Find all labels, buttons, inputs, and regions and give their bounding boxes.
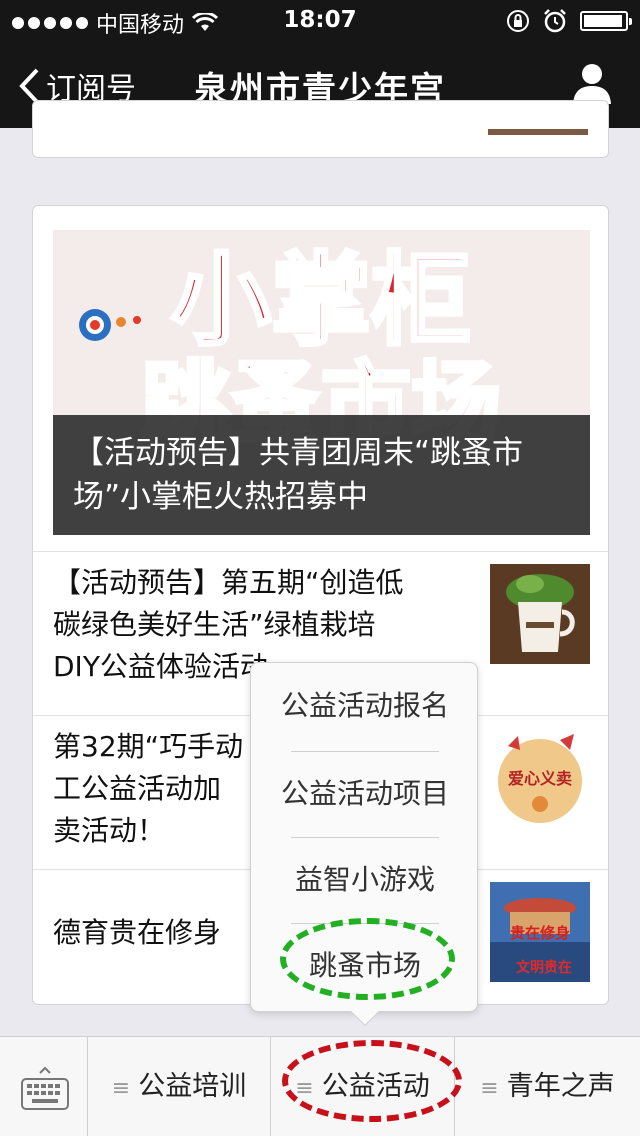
highlight-ring-green [280, 918, 455, 1000]
battery-icon [580, 11, 632, 31]
alarm-icon [544, 9, 566, 33]
submenu-item-projects[interactable]: 公益活动项目 [251, 751, 479, 837]
highlight-ring-red [282, 1040, 462, 1122]
banner-lettering: 小掌柜 [171, 242, 471, 359]
featured-article-caption: 【活动预告】共青团周末“跳蚤市场”小掌柜火热招募中 [53, 415, 590, 535]
tab-label: 青年之声 [506, 1071, 615, 1102]
tab-training[interactable]: ≡ 公益培训 [88, 1037, 271, 1136]
profile-icon[interactable] [572, 62, 612, 104]
keyboard-icon [21, 1066, 69, 1110]
menu-icon: ≡ [480, 1076, 499, 1101]
tab-label: 公益培训 [138, 1071, 247, 1102]
article-thumbnail [488, 129, 588, 135]
menu-icon: ≡ [111, 1076, 131, 1101]
submenu-item-registration[interactable]: 公益活动报名 [251, 663, 479, 749]
previous-article-card[interactable] [32, 100, 609, 158]
featured-article[interactable]: 小掌柜 跳蚤市场 【活动预告】共青团周末“跳蚤市场”小掌柜火热招募中 [53, 230, 590, 535]
keyboard-toggle-button[interactable] [0, 1037, 88, 1136]
article-title-line: 【活动预告】第五期“创造低 [53, 566, 404, 599]
article-thumbnail: 爱心义卖 [490, 726, 590, 826]
tab-youth-voice[interactable]: ≡ 青年之声 [455, 1037, 640, 1136]
thumbnail-caption: 贵在修身 [510, 924, 570, 942]
rotation-lock-icon [507, 10, 529, 32]
article-thumbnail: 贵在修身 文明贵在 [490, 882, 590, 982]
article-thumbnail [490, 564, 590, 664]
thumbnail-caption: 文明贵在 [516, 959, 572, 976]
submenu-item-games[interactable]: 益智小游戏 [251, 837, 479, 923]
status-bar: 中国移动 18:07 [0, 0, 640, 40]
article-title-line: 碳绿色美好生活”绿植栽培 [53, 608, 376, 641]
thumbnail-caption: 爱心义卖 [508, 769, 572, 788]
